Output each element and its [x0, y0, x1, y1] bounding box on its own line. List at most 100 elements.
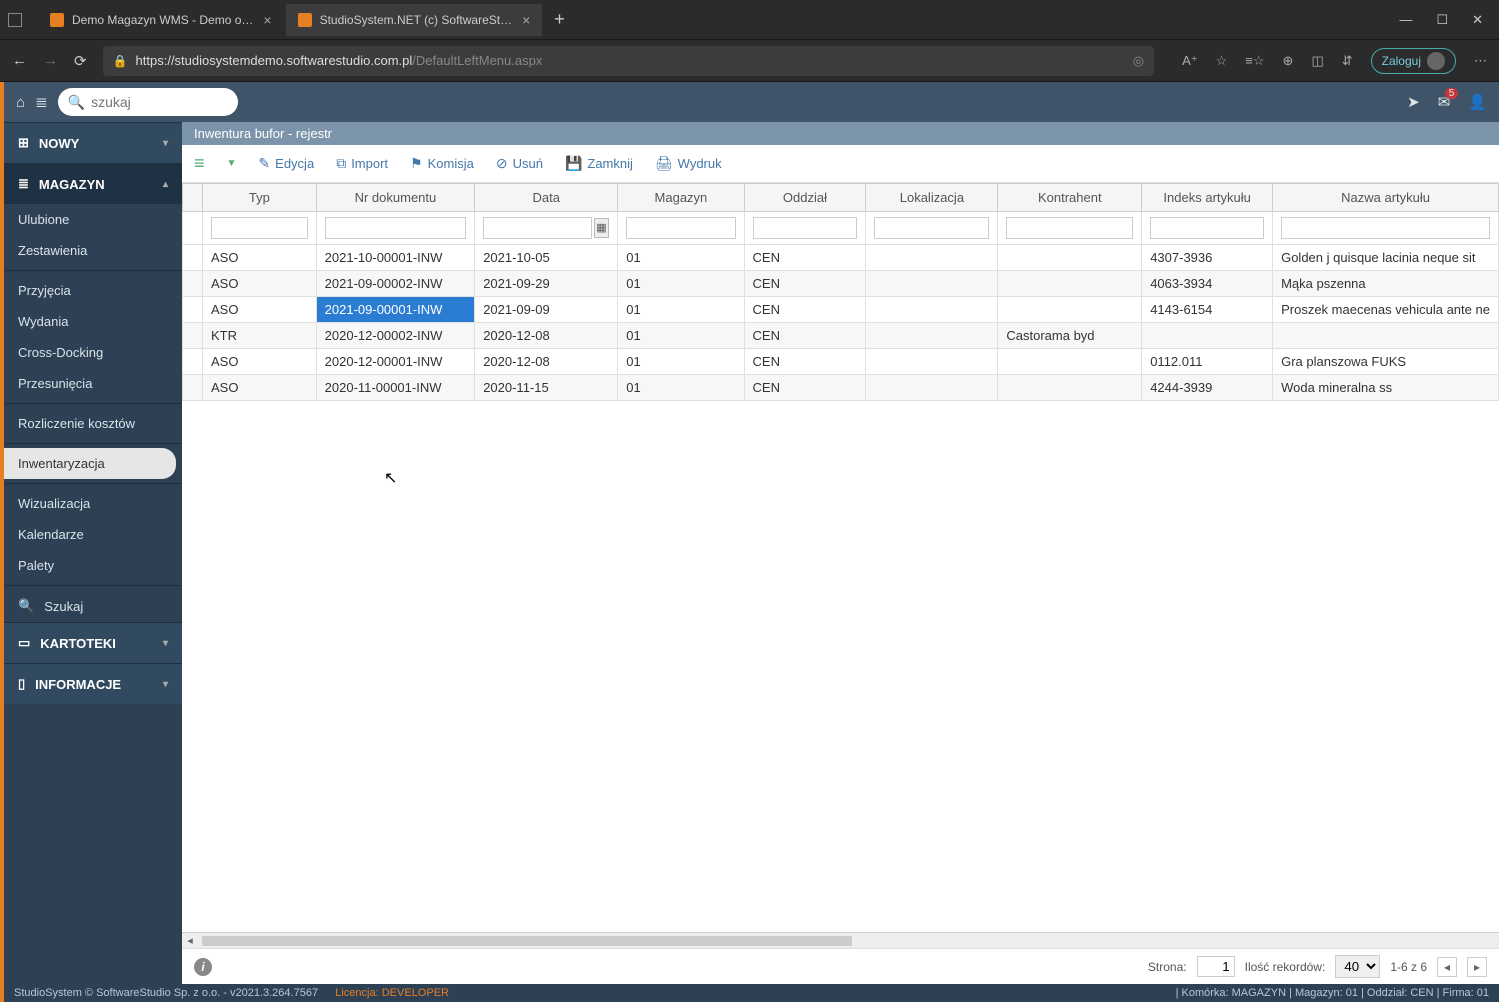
tracking-icon[interactable]: ◎ [1133, 53, 1144, 69]
cell[interactable]: 2020-12-00001-INW [316, 349, 475, 375]
cell[interactable]: Castorama byd [998, 323, 1142, 349]
cell[interactable]: Proszek maecenas vehicula ante ne [1273, 297, 1499, 323]
filter-kontrahent[interactable] [1006, 217, 1133, 239]
login-button[interactable]: Zaloguj [1371, 48, 1456, 74]
close-icon[interactable]: × [522, 12, 530, 28]
col-kontrahent[interactable]: Kontrahent [998, 184, 1142, 212]
cell[interactable]: Golden j quisque lacinia neque sit [1273, 245, 1499, 271]
records-select[interactable]: 40 [1335, 955, 1380, 978]
new-tab-button[interactable]: + [544, 9, 575, 30]
table-row[interactable]: ASO2021-09-00002-INW2021-09-2901CEN4063-… [183, 271, 1499, 297]
sidebar-item-kalendarze[interactable]: Kalendarze [4, 519, 182, 550]
cell[interactable] [183, 297, 203, 323]
favorites-bar-icon[interactable]: ≡☆ [1245, 53, 1264, 69]
prev-page-button[interactable]: ◂ [1437, 957, 1457, 977]
import-button[interactable]: ⧉Import [336, 155, 388, 172]
collections-icon[interactable]: ⊕ [1283, 53, 1294, 69]
table-row[interactable]: ASO2020-12-00001-INW2020-12-0801CEN0112.… [183, 349, 1499, 375]
sidebar-section-magazyn[interactable]: ≣ MAGAZYN ▴ [4, 163, 182, 204]
delete-button[interactable]: ⊘Usuń [496, 155, 543, 172]
cell[interactable] [866, 245, 998, 271]
list-icon[interactable]: ≣ [35, 93, 48, 111]
browser-tab[interactable]: Demo Magazyn WMS - Demo o… × [38, 4, 284, 36]
cell[interactable] [183, 349, 203, 375]
reader-icon[interactable]: A⁺ [1182, 53, 1198, 69]
cell[interactable] [1273, 323, 1499, 349]
hamburger-icon[interactable]: ≡ [194, 153, 205, 174]
browser-tab-active[interactable]: StudioSystem.NET (c) SoftwareSt… × [286, 4, 543, 36]
table-row[interactable]: ASO2020-11-00001-INW2020-11-1501CEN4244-… [183, 375, 1499, 401]
cell[interactable] [998, 349, 1142, 375]
cell[interactable]: 01 [618, 245, 744, 271]
col-indeks[interactable]: Indeks artykułu [1142, 184, 1273, 212]
cell[interactable] [866, 323, 998, 349]
sidebar-item-rozliczenie[interactable]: Rozliczenie kosztów [4, 408, 182, 439]
print-button[interactable]: 🖨Wydruk [655, 155, 722, 172]
next-page-button[interactable]: ▸ [1467, 957, 1487, 977]
send-icon[interactable]: ➤ [1407, 93, 1420, 111]
cell[interactable] [866, 375, 998, 401]
sidebar-section-kartoteki[interactable]: ▭ KARTOTEKI ▾ [4, 622, 182, 663]
sidebar-section-informacje[interactable]: ▯ INFORMACJE ▾ [4, 663, 182, 704]
col-magazyn[interactable]: Magazyn [618, 184, 744, 212]
filter-oddzial[interactable] [753, 217, 858, 239]
sidebar-item-zestawienia[interactable]: Zestawienia [4, 235, 182, 266]
scroll-thumb[interactable] [202, 936, 852, 946]
cell[interactable]: ASO [203, 349, 317, 375]
tab-preview-icon[interactable] [8, 13, 22, 27]
reload-icon[interactable]: ⟳ [74, 52, 87, 70]
cell[interactable]: CEN [744, 271, 866, 297]
sidebar-item-wydania[interactable]: Wydania [4, 306, 182, 337]
sidebar-item-crossdocking[interactable]: Cross-Docking [4, 337, 182, 368]
cell[interactable] [998, 245, 1142, 271]
cell[interactable]: 2020-12-08 [475, 323, 618, 349]
cell[interactable]: CEN [744, 323, 866, 349]
cell[interactable]: CEN [744, 297, 866, 323]
cell[interactable]: ASO [203, 375, 317, 401]
col-nr[interactable]: Nr dokumentu [316, 184, 475, 212]
col-data[interactable]: Data [475, 184, 618, 212]
sidebar-item-ulubione[interactable]: Ulubione [4, 204, 182, 235]
cell[interactable]: 01 [618, 297, 744, 323]
cell[interactable]: 2021-09-09 [475, 297, 618, 323]
user-icon[interactable]: 👤 [1468, 93, 1487, 111]
sidebar-item-wizualizacja[interactable]: Wizualizacja [4, 488, 182, 519]
cell[interactable]: CEN [744, 375, 866, 401]
cell[interactable]: 2021-09-00002-INW [316, 271, 475, 297]
extensions-icon[interactable]: ◫ [1311, 53, 1323, 69]
cell[interactable]: 0112.011 [1142, 349, 1273, 375]
cell[interactable]: ASO [203, 245, 317, 271]
cell[interactable]: 2021-10-00001-INW [316, 245, 475, 271]
col-nazwa[interactable]: Nazwa artykułu [1273, 184, 1499, 212]
sidebar-item-szukaj[interactable]: 🔍 Szukaj [4, 590, 182, 622]
page-input[interactable] [1197, 956, 1235, 977]
cell[interactable] [998, 375, 1142, 401]
sidebar-item-przyjecia[interactable]: Przyjęcia [4, 275, 182, 306]
cell[interactable]: 4244-3939 [1142, 375, 1273, 401]
edit-button[interactable]: ✎Edycja [258, 155, 314, 172]
cell[interactable]: 4143-6154 [1142, 297, 1273, 323]
close-window-icon[interactable]: ✕ [1472, 12, 1483, 28]
filter-nr[interactable] [325, 217, 467, 239]
calendar-icon[interactable]: ▦ [594, 218, 610, 238]
cell[interactable]: 2021-10-05 [475, 245, 618, 271]
cell[interactable]: Woda mineralna ss [1273, 375, 1499, 401]
cell[interactable] [866, 271, 998, 297]
col-typ[interactable]: Typ [203, 184, 317, 212]
cell[interactable]: Gra planszowa FUKS [1273, 349, 1499, 375]
cell[interactable]: 2021-09-29 [475, 271, 618, 297]
horizontal-scrollbar[interactable]: ◂ [182, 932, 1499, 948]
maximize-icon[interactable]: ☐ [1436, 12, 1448, 28]
url-field[interactable]: 🔒 https://studiosystemdemo.softwarestudi… [103, 46, 1155, 76]
filter-indeks[interactable] [1150, 217, 1264, 239]
menu-icon[interactable]: ⋯ [1474, 53, 1487, 69]
sidebar-item-palety[interactable]: Palety [4, 550, 182, 581]
filter-nazwa[interactable] [1281, 217, 1490, 239]
cell[interactable] [998, 297, 1142, 323]
cell[interactable]: 2021-09-00001-INW [316, 297, 475, 323]
scroll-left-icon[interactable]: ◂ [182, 934, 198, 947]
filter-magazyn[interactable] [626, 217, 735, 239]
cell[interactable]: 2020-11-15 [475, 375, 618, 401]
table-row[interactable]: KTR2020-12-00002-INW2020-12-0801CENCasto… [183, 323, 1499, 349]
komisja-button[interactable]: ⚑Komisja [410, 155, 474, 172]
